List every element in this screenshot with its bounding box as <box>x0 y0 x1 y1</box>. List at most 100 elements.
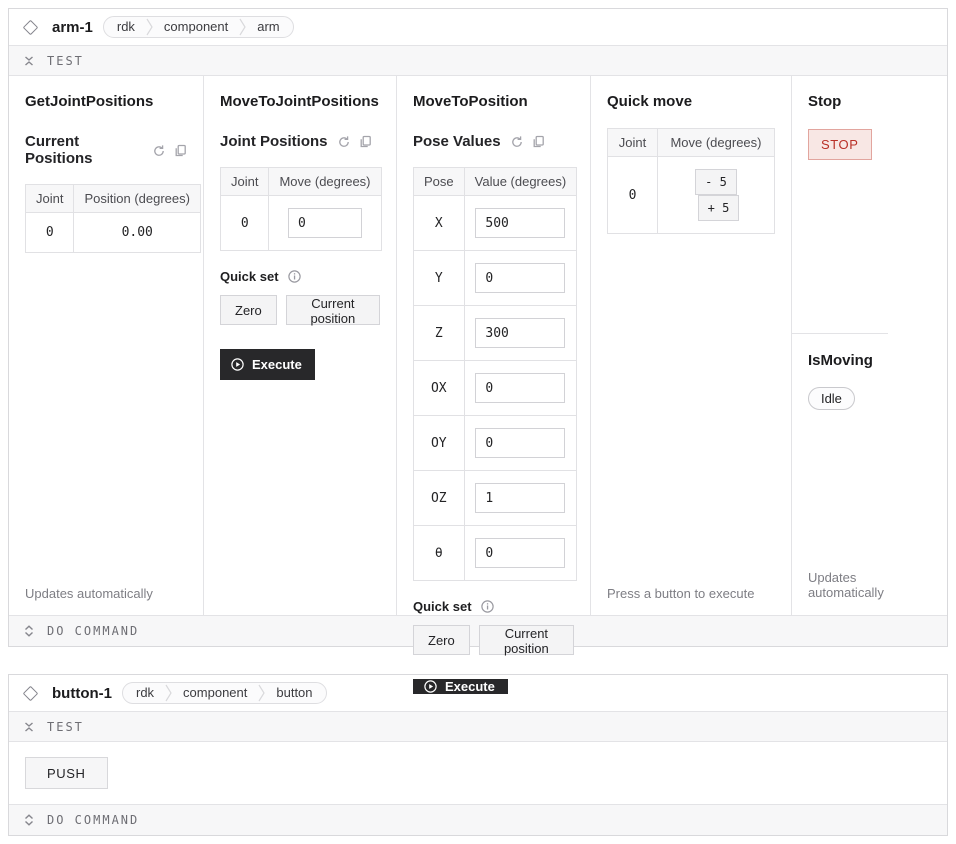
pose-value-cell <box>464 416 577 471</box>
pose-oy-input[interactable] <box>475 428 565 458</box>
arm-test-section-toggle[interactable]: TEST <box>9 45 947 76</box>
table-row: 0 <box>221 196 382 251</box>
pose-x-input[interactable] <box>475 208 565 238</box>
table-row: OZ <box>414 471 577 526</box>
play-icon <box>424 680 437 693</box>
breadcrumb-arm: arm <box>246 17 290 37</box>
button-panel-title: button-1 <box>52 685 112 702</box>
pose-z-input[interactable] <box>475 318 565 348</box>
pose-label-cell: Y <box>414 251 465 306</box>
zero-button[interactable]: Zero <box>413 625 470 655</box>
button-do-command-section-toggle[interactable]: DO COMMAND <box>9 804 947 835</box>
table-row: θ <box>414 526 577 581</box>
breadcrumb-rdk: rdk <box>106 17 146 37</box>
pose-label-cell: θ <box>414 526 465 581</box>
execute-button-label: Execute <box>445 679 495 694</box>
arm-do-command-section-label: DO COMMAND <box>47 624 139 638</box>
refresh-icon[interactable] <box>152 144 165 157</box>
arm-panel-header: arm-1 rdk component arm <box>9 9 947 45</box>
current-position-button[interactable]: Current position <box>286 295 380 325</box>
column-header-value: Value (degrees) <box>464 168 577 196</box>
expand-icon <box>23 814 35 826</box>
joint-move-cell <box>269 196 381 251</box>
breadcrumb-button: button <box>265 683 323 703</box>
move-to-joint-positions-heading: MoveToJointPositions <box>220 93 379 111</box>
updates-automatically-note: Updates automatically <box>808 570 931 600</box>
copy-icon[interactable] <box>359 135 372 148</box>
pose-label-cell: X <box>414 196 465 251</box>
pose-label-cell: OY <box>414 416 465 471</box>
column-header-joint: Joint <box>221 168 269 196</box>
move-to-position-column: MoveToPosition Pose Values Pose Value (d… <box>397 76 591 615</box>
column-header-move: Move (degrees) <box>658 129 775 157</box>
pose-label-cell: OX <box>414 361 465 416</box>
pose-values-heading: Pose Values <box>413 133 501 150</box>
play-icon <box>231 358 244 371</box>
quick-set-label: Quick set <box>413 599 472 614</box>
chevron-right-icon <box>239 18 246 36</box>
quick-move-buttons-cell: - 5 + 5 <box>658 157 775 234</box>
info-icon[interactable] <box>481 600 494 613</box>
stop-section: Stop STOP <box>792 76 888 334</box>
quick-move-heading: Quick move <box>607 93 692 111</box>
copy-icon[interactable] <box>532 135 545 148</box>
chevron-right-icon <box>146 18 153 36</box>
pose-label-cell: Z <box>414 306 465 361</box>
press-button-note: Press a button to execute <box>607 586 754 601</box>
pose-value-cell <box>464 361 577 416</box>
pose-theta-input[interactable] <box>475 538 565 568</box>
stop-ismoving-column: Stop STOP IsMoving Idle Updates automati… <box>792 76 947 615</box>
component-diamond-icon <box>23 19 39 35</box>
get-joint-positions-column: GetJointPositions Current Positions Join… <box>9 76 204 615</box>
execute-button[interactable]: Execute <box>220 349 315 380</box>
pose-ox-input[interactable] <box>475 373 565 403</box>
quick-set-label: Quick set <box>220 269 279 284</box>
button-test-section-toggle[interactable]: TEST <box>9 711 947 742</box>
is-moving-section: IsMoving Idle Updates automatically <box>792 334 947 614</box>
breadcrumb-component: component <box>153 17 239 37</box>
info-icon[interactable] <box>288 270 301 283</box>
copy-icon[interactable] <box>174 144 187 157</box>
button-test-section-label: TEST <box>47 720 84 734</box>
collapse-icon <box>23 55 35 67</box>
execute-button[interactable]: Execute <box>413 679 508 694</box>
minus-5-button[interactable]: - 5 <box>695 169 737 195</box>
table-row: X <box>414 196 577 251</box>
chevron-right-icon <box>165 684 172 702</box>
zero-button[interactable]: Zero <box>220 295 277 325</box>
breadcrumb-component: component <box>172 683 258 703</box>
joint-index-cell: 0 <box>26 213 74 253</box>
pose-value-cell <box>464 306 577 361</box>
joint-index-cell: 0 <box>608 157 658 234</box>
arm-test-body: GetJointPositions Current Positions Join… <box>9 76 947 615</box>
plus-5-button[interactable]: + 5 <box>698 195 740 221</box>
status-badge: Idle <box>808 387 855 410</box>
pose-value-cell <box>464 526 577 581</box>
button-panel: button-1 rdk component button TEST PUSH … <box>8 674 948 836</box>
move-to-joint-positions-column: MoveToJointPositions Joint Positions Joi… <box>204 76 397 615</box>
table-row: Z <box>414 306 577 361</box>
joint-move-input[interactable] <box>288 208 362 238</box>
pose-oz-input[interactable] <box>475 483 565 513</box>
column-header-pose: Pose <box>414 168 465 196</box>
button-do-command-section-label: DO COMMAND <box>47 813 139 827</box>
stop-button[interactable]: STOP <box>808 129 872 160</box>
breadcrumb: rdk component button <box>122 682 327 704</box>
current-position-button[interactable]: Current position <box>479 625 574 655</box>
arm-panel-title: arm-1 <box>52 19 93 36</box>
pose-y-input[interactable] <box>475 263 565 293</box>
button-test-body: PUSH <box>9 742 947 804</box>
refresh-icon[interactable] <box>510 135 523 148</box>
joint-position-cell: 0.00 <box>74 213 201 253</box>
joint-positions-table: Joint Move (degrees) 0 <box>220 167 382 251</box>
table-row: OY <box>414 416 577 471</box>
get-joint-positions-heading: GetJointPositions <box>25 93 153 111</box>
push-button[interactable]: PUSH <box>25 757 108 789</box>
refresh-icon[interactable] <box>337 135 350 148</box>
joint-positions-heading: Joint Positions <box>220 133 328 150</box>
breadcrumb: rdk component arm <box>103 16 294 38</box>
column-header-position: Position (degrees) <box>74 185 201 213</box>
arm-test-section-label: TEST <box>47 54 84 68</box>
updates-automatically-note: Updates automatically <box>25 586 153 601</box>
current-positions-heading: Current Positions <box>25 133 143 167</box>
